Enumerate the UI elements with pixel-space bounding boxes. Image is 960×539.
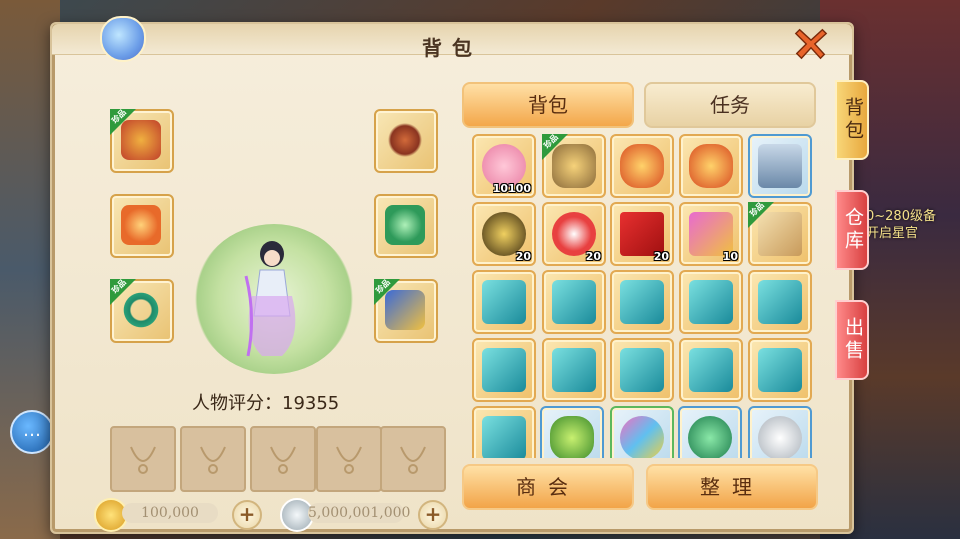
silver-amount: 5,000,001,000 [308,503,411,523]
equip-slot-belt[interactable]: 珍品 [110,278,174,343]
accessory-slot[interactable] [380,426,446,492]
inventory-cell[interactable] [472,270,536,334]
inventory-cell[interactable] [678,406,742,458]
accessory-slot[interactable] [316,426,382,492]
inventory-cell[interactable] [540,406,604,458]
teal-scroll-icon [482,416,526,458]
inventory-cell[interactable]: 20 [610,202,674,266]
silver-medallion-icon [758,416,802,458]
character-section: 珍品 珍品 珍品 人物评分：19355 100,000 + 5,000,001,… [52,54,452,532]
inventory-cell[interactable] [679,270,743,334]
teal-scroll-icon [482,280,526,324]
rainbow-gem-icon [620,416,664,458]
item-count: 10 [722,250,738,263]
inventory-cell[interactable]: 20 [542,202,606,266]
treasure-chest-icon [758,144,802,188]
accessory-slot[interactable] [250,426,316,492]
inventory-cell[interactable] [610,270,674,334]
teal-scroll-icon [758,348,802,392]
item-count: 10100 [492,182,531,195]
red-ornament-icon [689,144,733,188]
gold-amount: 100,000 [122,503,218,523]
guild-button[interactable]: 商会 [462,464,634,510]
teal-scroll-icon [552,280,596,324]
inventory-cell[interactable] [748,270,812,334]
green-pouch-icon [550,416,594,458]
inventory-grid: 10100 珍品 20 20 20 10 珍品 [472,134,820,458]
inventory-cell[interactable] [472,338,536,402]
close-button[interactable] [792,24,830,62]
teal-scroll-icon [620,348,664,392]
bag-panel: 背包 珍品 珍品 珍品 人物评分：19355 100,000 + 5,000,0… [50,16,854,534]
equip-slot-necklace[interactable] [374,109,438,173]
inventory-cell[interactable]: 20 [472,202,536,266]
inventory-cell[interactable] [472,406,536,458]
teal-scroll-icon [689,280,733,324]
inventory-cell[interactable] [610,338,674,402]
jade-dragon-icon [688,416,732,458]
necklace-icon [385,120,425,160]
inventory-cell[interactable] [610,134,674,198]
inventory-cell[interactable] [610,406,674,458]
teal-scroll-icon [689,348,733,392]
teal-scroll-icon [552,348,596,392]
accessory-slot[interactable] [110,426,176,492]
inventory-cell[interactable] [748,134,812,198]
teal-scroll-icon [758,280,802,324]
tab-task[interactable]: 任务 [644,82,816,128]
necklace-placeholder-icon [130,446,156,474]
item-count: 20 [585,250,601,263]
weapon-icon [121,205,161,245]
tab-bag[interactable]: 背包 [462,82,634,128]
equip-slot-helmet[interactable]: 珍品 [110,108,174,173]
inventory-cell[interactable] [542,338,606,402]
sort-button[interactable]: 整理 [646,464,818,510]
equip-slot-boots[interactable]: 珍品 [374,278,438,343]
equip-slot-weapon[interactable] [110,194,174,258]
inventory-cell[interactable] [542,270,606,334]
inventory-cell[interactable]: 珍品 [748,201,812,266]
inventory-cell[interactable]: 珍品 [542,134,606,198]
background-text-2: 开启星官 [866,226,919,241]
character-avatar[interactable] [242,236,302,366]
inventory-cell[interactable] [748,406,812,458]
equip-slot-armor[interactable] [374,194,438,258]
character-score: 人物评分：19355 [192,393,340,414]
teal-scroll-icon [620,280,664,324]
inventory-cell[interactable] [679,134,743,198]
inventory-cell[interactable]: 10 [679,202,743,266]
red-ornament-icon [620,144,664,188]
add-silver-button[interactable]: + [418,500,448,530]
teal-scroll-icon [482,348,526,392]
inventory-cell[interactable] [679,338,743,402]
add-gold-button[interactable]: + [232,500,262,530]
chat-icon[interactable]: … [10,410,54,454]
necklace-placeholder-icon [200,446,226,474]
inventory-cell[interactable] [748,338,812,402]
item-count: 20 [653,250,669,263]
item-count: 20 [515,250,531,263]
necklace-placeholder-icon [336,446,362,474]
side-tab-bag[interactable]: 背包 [835,80,869,160]
side-tab-sell[interactable]: 出售 [835,300,869,380]
necklace-placeholder-icon [400,446,426,474]
armor-icon [385,205,425,245]
accessory-slot[interactable] [180,426,246,492]
inventory-cell[interactable]: 10100 [472,134,536,198]
necklace-placeholder-icon [270,446,296,474]
close-icon [794,28,828,60]
side-tab-warehouse[interactable]: 仓库 [835,190,869,270]
